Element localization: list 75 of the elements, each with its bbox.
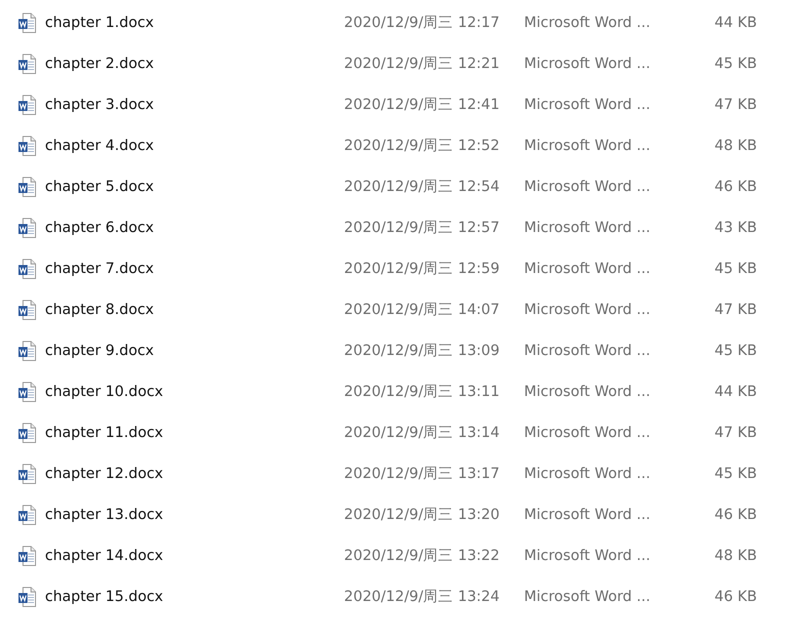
file-size: 44 KB	[714, 384, 757, 400]
file-size: 46 KB	[714, 506, 757, 522]
file-name[interactable]: chapter 15.docx	[45, 588, 344, 604]
file-type: Microsoft Word ...	[524, 342, 652, 358]
file-type: Microsoft Word ...	[524, 178, 652, 194]
modified-date: 2020/12/9/周三 13:20	[344, 506, 501, 524]
word-document-icon	[18, 176, 36, 196]
file-size: 46 KB	[714, 588, 757, 604]
file-name[interactable]: chapter 6.docx	[45, 220, 344, 236]
modified-date: 2020/12/9/周三 12:41	[344, 96, 501, 114]
file-name[interactable]: chapter 10.docx	[45, 384, 344, 400]
modified-date: 2020/12/9/周三 13:22	[344, 547, 501, 565]
file-type: Microsoft Word ...	[524, 548, 652, 564]
word-document-icon	[18, 504, 36, 524]
word-document-icon	[18, 340, 36, 360]
file-type: Microsoft Word ...	[524, 424, 652, 440]
word-document-icon	[18, 464, 36, 484]
word-document-icon	[18, 422, 36, 442]
file-size: 43 KB	[714, 220, 757, 236]
file-type: Microsoft Word ...	[524, 96, 652, 112]
file-type: Microsoft Word ...	[524, 220, 652, 236]
file-size: 47 KB	[714, 96, 757, 112]
modified-date: 2020/12/9/周三 13:24	[344, 588, 501, 606]
word-document-icon	[18, 218, 36, 238]
modified-date: 2020/12/9/周三 12:21	[344, 55, 501, 73]
file-size: 47 KB	[714, 302, 757, 318]
file-size: 45 KB	[714, 56, 757, 72]
file-name[interactable]: chapter 13.docx	[45, 506, 344, 522]
modified-date: 2020/12/9/周三 12:52	[344, 137, 501, 155]
word-document-icon	[18, 12, 36, 32]
file-name[interactable]: chapter 5.docx	[45, 178, 344, 194]
file-size: 44 KB	[714, 14, 757, 30]
file-type: Microsoft Word ...	[524, 384, 652, 400]
file-type: Microsoft Word ...	[524, 466, 652, 482]
file-name[interactable]: chapter 11.docx	[45, 424, 344, 440]
modified-date: 2020/12/9/周三 13:11	[344, 383, 501, 401]
modified-date: 2020/12/9/周三 14:07	[344, 301, 501, 319]
file-name[interactable]: chapter 1.docx	[45, 14, 344, 30]
file-name[interactable]: chapter 12.docx	[45, 466, 344, 482]
file-name[interactable]: chapter 8.docx	[45, 302, 344, 318]
file-size: 45 KB	[714, 466, 757, 482]
word-document-icon	[18, 382, 36, 402]
file-name[interactable]: chapter 3.docx	[45, 96, 344, 112]
file-size: 45 KB	[714, 260, 757, 276]
modified-date: 2020/12/9/周三 12:57	[344, 219, 501, 237]
file-type: Microsoft Word ...	[524, 14, 652, 30]
word-document-icon	[18, 54, 36, 74]
file-name[interactable]: chapter 14.docx	[45, 548, 344, 564]
file-name[interactable]: chapter 4.docx	[45, 138, 344, 154]
file-size: 45 KB	[714, 342, 757, 358]
file-size: 48 KB	[714, 548, 757, 564]
modified-date: 2020/12/9/周三 13:09	[344, 342, 501, 360]
modified-date: 2020/12/9/周三 12:59	[344, 260, 501, 278]
file-type: Microsoft Word ...	[524, 56, 652, 72]
word-document-icon	[18, 258, 36, 278]
modified-date: 2020/12/9/周三 13:14	[344, 424, 501, 442]
word-document-icon	[18, 94, 36, 114]
file-size: 46 KB	[714, 178, 757, 194]
file-type: Microsoft Word ...	[524, 506, 652, 522]
file-type: Microsoft Word ...	[524, 260, 652, 276]
file-type: Microsoft Word ...	[524, 138, 652, 154]
file-type: Microsoft Word ...	[524, 588, 652, 604]
modified-date: 2020/12/9/周三 12:17	[344, 14, 501, 32]
file-size: 48 KB	[714, 138, 757, 154]
word-document-icon	[18, 136, 36, 156]
modified-date: 2020/12/9/周三 13:17	[344, 465, 501, 483]
file-name[interactable]: chapter 9.docx	[45, 342, 344, 358]
word-document-icon	[18, 586, 36, 606]
word-document-icon	[18, 546, 36, 566]
word-document-icon	[18, 300, 36, 320]
modified-date: 2020/12/9/周三 12:54	[344, 178, 501, 196]
file-name[interactable]: chapter 2.docx	[45, 56, 344, 72]
file-type: Microsoft Word ...	[524, 302, 652, 318]
file-name[interactable]: chapter 7.docx	[45, 260, 344, 276]
file-size: 47 KB	[714, 424, 757, 440]
